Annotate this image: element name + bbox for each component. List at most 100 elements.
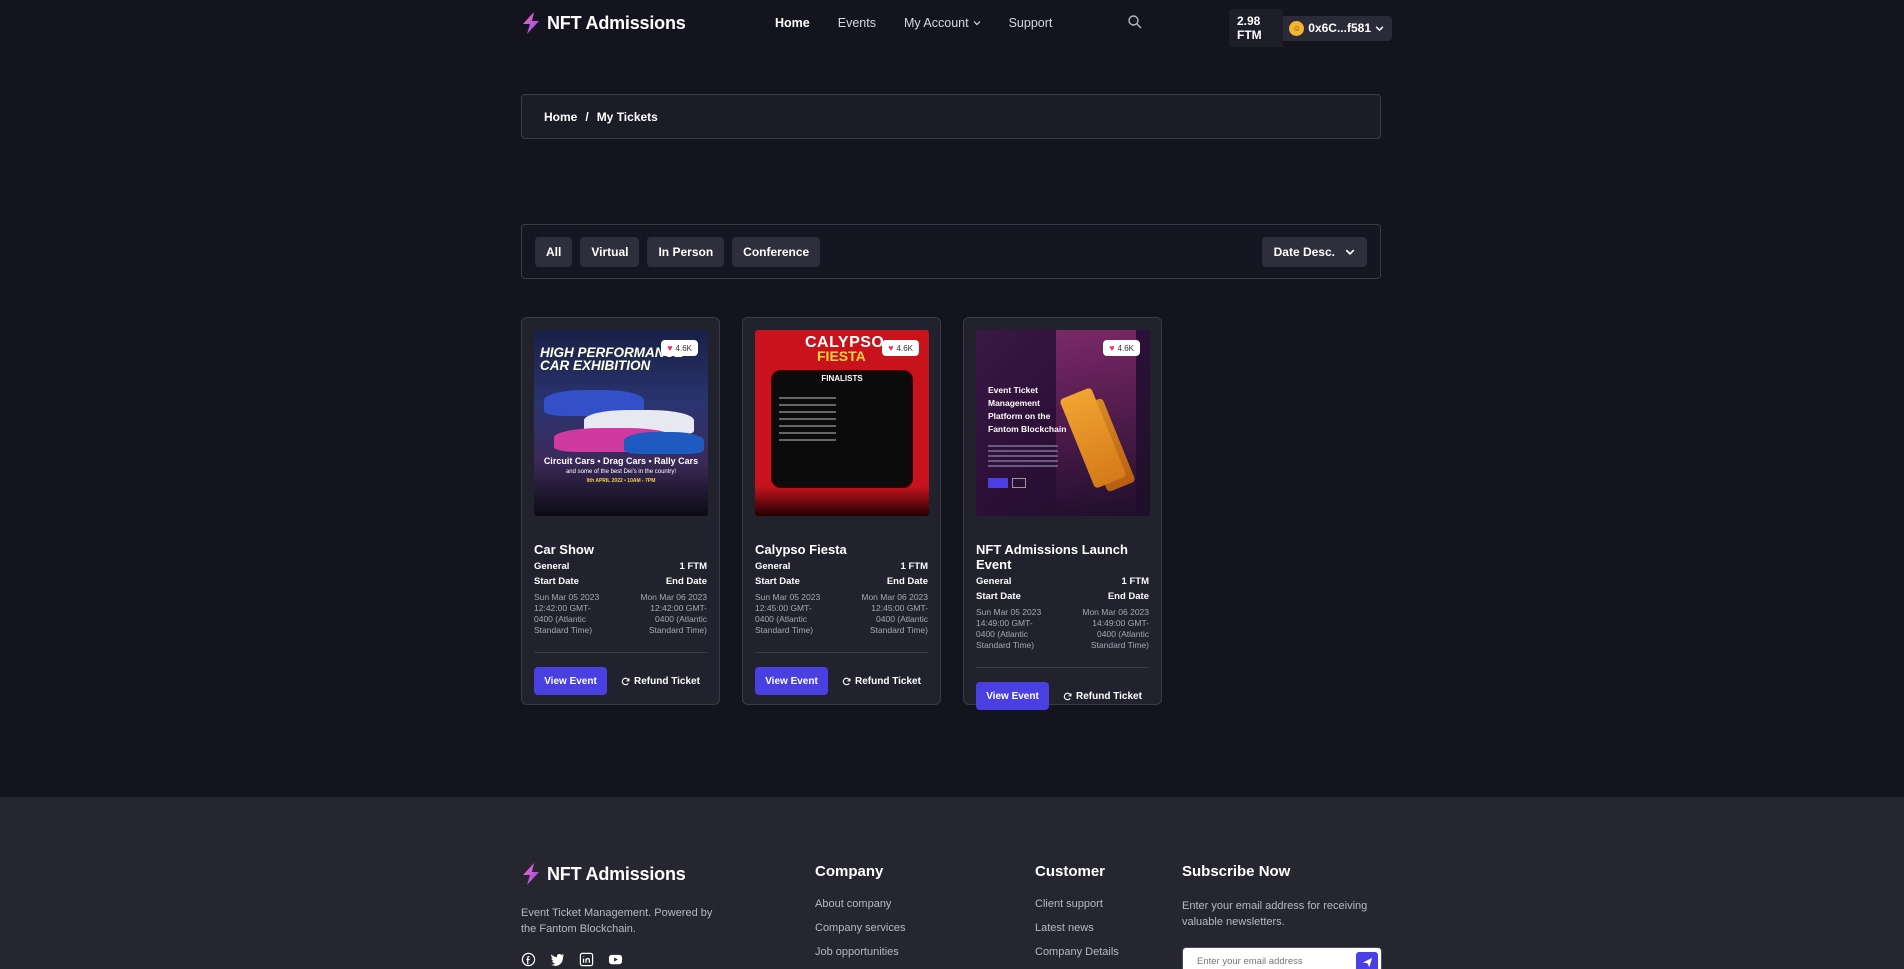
start-date: Sun Mar 05 2023 14:49:00 GMT-0400 (Atlan… — [976, 607, 1042, 650]
likes-badge[interactable]: ♥ 4.6K — [1103, 340, 1140, 356]
image-button-shape — [988, 478, 1008, 488]
footer-brand-name: NFT Admissions — [547, 863, 686, 884]
ticket-type: General — [534, 561, 570, 572]
date-labels-row: Start Date End Date — [976, 591, 1149, 602]
end-date-label: End Date — [1107, 591, 1149, 602]
breadcrumb: Home / My Tickets — [521, 94, 1381, 139]
email-input[interactable] — [1183, 948, 1343, 969]
footer-link-about-company[interactable]: About company — [815, 898, 905, 910]
refund-ticket-button[interactable]: Refund Ticket — [1063, 691, 1142, 702]
subscribe-form — [1182, 947, 1382, 969]
facebook-icon[interactable] — [521, 952, 536, 967]
subscribe-send-button[interactable] — [1356, 952, 1378, 969]
ticket-card: HIGH PERFORMANCE CAR EXHIBITION Circuit … — [521, 317, 720, 705]
footer-link-latest-news[interactable]: Latest news — [1035, 922, 1119, 934]
refund-ticket-label: Refund Ticket — [855, 675, 921, 687]
ticket-type-row: General 1 FTM — [534, 561, 707, 572]
ticket-type-row: General 1 FTM — [755, 561, 928, 572]
end-date: Mon Mar 06 2023 12:42:00 GMT-0400 (Atlan… — [640, 592, 707, 635]
event-image[interactable]: Event Ticket Management Platform on the … — [976, 330, 1150, 516]
refresh-icon — [621, 677, 630, 685]
ticket-price: 1 FTM — [900, 561, 928, 572]
footer-link-company-services[interactable]: Company services — [815, 922, 905, 934]
logo-icon — [523, 863, 539, 885]
wallet-widget[interactable]: 2.98 FTM ☺ 0x6C...f581 — [1229, 9, 1392, 47]
finalists-heading: FINALISTS — [821, 374, 863, 383]
filter-in-person[interactable]: In Person — [647, 237, 725, 267]
card-actions: View Event Refund Ticket — [755, 667, 928, 695]
ticket-type-row: General 1 FTM — [976, 576, 1149, 587]
breadcrumb-home[interactable]: Home — [544, 110, 577, 124]
view-event-button[interactable]: View Event — [534, 667, 607, 695]
likes-badge[interactable]: ♥ 4.6K — [661, 340, 698, 356]
send-icon — [1362, 957, 1372, 967]
footer-link-job-opportunities[interactable]: Job opportunities — [815, 946, 905, 958]
event-image-desc — [988, 442, 1058, 470]
divider — [534, 652, 707, 653]
nav-events[interactable]: Events — [838, 16, 876, 30]
filter-all[interactable]: All — [535, 237, 573, 267]
sort-dropdown[interactable]: Date Desc. — [1261, 237, 1367, 267]
sort-label: Date Desc. — [1273, 245, 1335, 259]
likes-count: 4.6K — [675, 343, 692, 353]
dates-row: Sun Mar 05 2023 12:42:00 GMT-0400 (Atlan… — [534, 592, 707, 636]
ticket-type: General — [976, 576, 1012, 587]
start-date: Sun Mar 05 2023 12:45:00 GMT-0400 (Atlan… — [755, 592, 821, 635]
event-title[interactable]: Calypso Fiesta — [755, 542, 928, 557]
footer-company-title: Company — [815, 863, 884, 880]
refresh-icon — [842, 677, 851, 685]
view-event-button[interactable]: View Event — [976, 682, 1049, 710]
wallet-address-button[interactable]: ☺ 0x6C...f581 — [1283, 15, 1392, 41]
footer-company-column: Company About company Company services J… — [815, 863, 905, 969]
footer-link-client-support[interactable]: Client support — [1035, 898, 1119, 910]
view-event-button[interactable]: View Event — [755, 667, 828, 695]
footer-link-company-details[interactable]: Company Details — [1035, 946, 1119, 958]
chevron-down-icon — [973, 21, 981, 26]
nav-my-account[interactable]: My Account — [904, 16, 981, 30]
footer-brand-logo[interactable]: NFT Admissions — [521, 863, 686, 885]
event-image[interactable]: HIGH PERFORMANCE CAR EXHIBITION Circuit … — [534, 330, 708, 516]
event-title[interactable]: Car Show — [534, 542, 707, 557]
likes-count: 4.6K — [896, 343, 913, 353]
site-footer: NFT Admissions Event Ticket Management. … — [0, 797, 1904, 969]
footer-description: Event Ticket Management. Powered by the … — [521, 907, 713, 935]
youtube-icon[interactable] — [608, 952, 623, 967]
event-image[interactable]: CALYPSO FIESTA FINALISTS ♥ 4.6K — [755, 330, 929, 516]
brand-logo[interactable]: NFT Admissions — [521, 12, 686, 34]
card-actions: View Event Refund Ticket — [976, 682, 1149, 710]
chevron-down-icon — [1345, 249, 1355, 256]
ticket-card: CALYPSO FIESTA FINALISTS ♥ 4.6K Calypso F… — [742, 317, 941, 705]
footer-subscribe-text: Enter your email address for receiving v… — [1182, 900, 1368, 928]
event-image-title: Event Ticket Management Platform on the … — [988, 385, 1067, 434]
divider — [976, 667, 1149, 668]
start-date-label: Start Date — [755, 576, 800, 587]
refund-ticket-button[interactable]: Refund Ticket — [621, 676, 700, 687]
wallet-balance: 2.98 FTM — [1229, 9, 1284, 47]
date-labels-row: Start Date End Date — [534, 576, 707, 587]
footer-customer-column: Customer Client support Latest news Comp… — [1035, 863, 1119, 969]
linkedin-icon[interactable] — [579, 952, 594, 967]
filter-conference[interactable]: Conference — [732, 237, 821, 267]
nav-support[interactable]: Support — [1009, 16, 1053, 30]
likes-badge[interactable]: ♥ 4.6K — [882, 340, 919, 356]
footer-customer-title: Customer — [1035, 863, 1106, 880]
nav-home[interactable]: Home — [775, 16, 810, 30]
ticket-price: 1 FTM — [1121, 576, 1149, 587]
card-actions: View Event Refund Ticket — [534, 667, 707, 695]
finalists-lines — [779, 392, 905, 446]
refund-ticket-label: Refund Ticket — [1076, 690, 1142, 702]
refund-ticket-button[interactable]: Refund Ticket — [842, 676, 921, 687]
twitter-icon[interactable] — [550, 952, 565, 967]
image-button-shape — [1012, 478, 1026, 488]
wallet-address: 0x6C...f581 — [1308, 21, 1371, 35]
category-filters: All Virtual In Person Conference — [535, 237, 821, 267]
crowd-silhouette — [755, 486, 929, 516]
filter-virtual[interactable]: Virtual — [580, 237, 640, 267]
refund-ticket-label: Refund Ticket — [634, 675, 700, 687]
nav-my-account-label: My Account — [903, 16, 969, 30]
filter-bar: All Virtual In Person Conference Date De… — [521, 224, 1381, 279]
social-links — [521, 952, 623, 967]
event-title[interactable]: NFT Admissions Launch Event — [976, 542, 1149, 572]
search-icon[interactable] — [1127, 14, 1143, 30]
footer-subscribe-title: Subscribe Now — [1182, 863, 1291, 880]
